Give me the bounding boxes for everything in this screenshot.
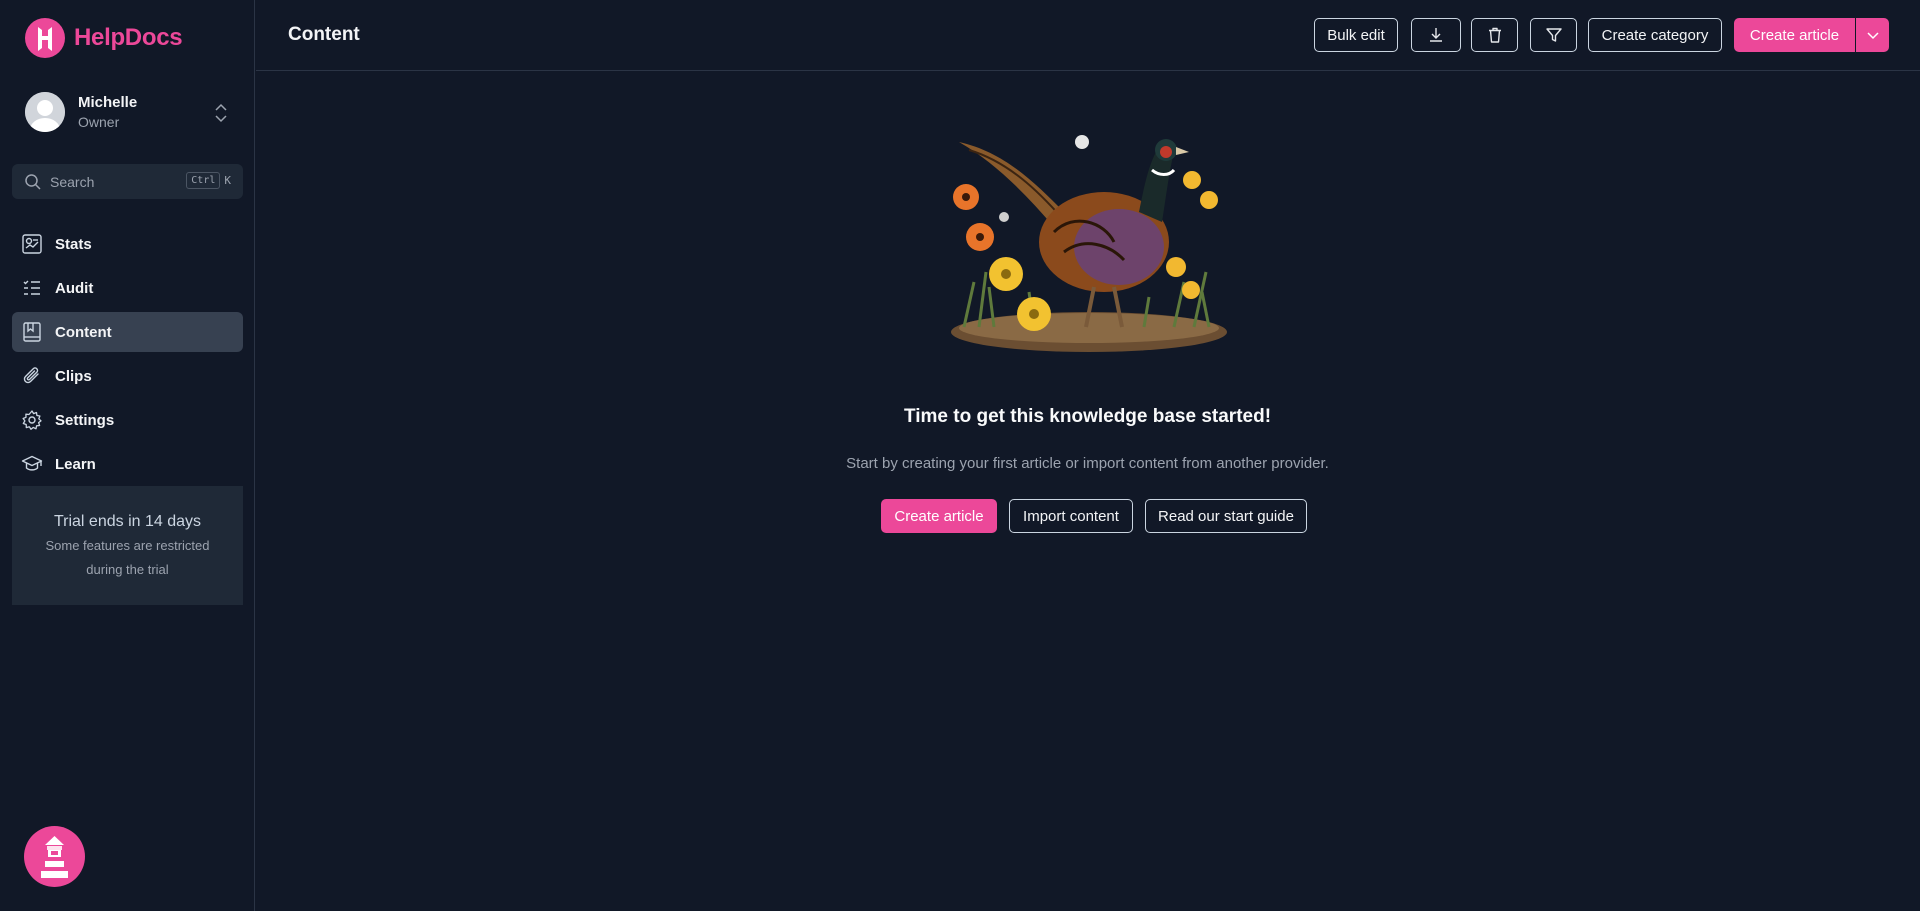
filter-button[interactable] [1530, 18, 1577, 52]
sidebar-item-audit[interactable]: Audit [12, 268, 243, 308]
trial-notice: Trial ends in 14 days Some features are … [12, 486, 243, 605]
paperclip-icon [23, 367, 39, 384]
gear-icon [22, 410, 42, 430]
sidebar-item-content[interactable]: Content [12, 312, 243, 352]
sidebar-item-settings[interactable]: Settings [12, 400, 243, 440]
brand[interactable]: HelpDocs [25, 18, 183, 58]
trash-icon [1488, 27, 1501, 43]
read-start-guide-button[interactable]: Read our start guide [1145, 499, 1307, 533]
trash-button[interactable] [1471, 18, 1518, 52]
helpdocs-logo-icon [25, 18, 65, 58]
empty-state-title: Time to get this knowledge base started! [903, 406, 1272, 427]
sidebar-item-clips[interactable]: Clips [12, 356, 243, 396]
pheasant-illustration [944, 132, 1234, 357]
brand-name: HelpDocs [74, 24, 183, 51]
page-title: Content [288, 24, 360, 45]
bulk-edit-button[interactable]: Bulk edit [1314, 18, 1398, 52]
sidebar: HelpDocs Michelle Owner Search Ctrl K St… [0, 0, 255, 911]
trial-subtitle: Some features are restricted during the … [45, 538, 210, 577]
sidebar-item-label: Clips [55, 367, 92, 385]
import-content-button[interactable]: Import content [1009, 499, 1133, 533]
audit-list-icon [23, 280, 40, 295]
shortcut-ctrl: Ctrl [186, 172, 221, 189]
create-article-button[interactable]: Create article [1734, 18, 1855, 52]
book-icon [23, 322, 41, 342]
shortcut-k: K [224, 174, 231, 187]
empty-create-article-button[interactable]: Create article [881, 499, 997, 533]
search-input[interactable]: Search Ctrl K [12, 164, 243, 199]
chevron-up-down-icon[interactable] [212, 101, 230, 125]
sidebar-item-label: Content [55, 323, 112, 341]
help-beacon-button[interactable] [24, 826, 85, 887]
graduation-cap-icon [21, 455, 43, 471]
chevron-down-icon [1866, 32, 1879, 40]
search-shortcut: Ctrl K [186, 172, 231, 189]
user-role: Owner [78, 113, 120, 130]
page-header: Content Bulk edit Create category Create… [256, 0, 1920, 71]
trial-title: Trial ends in 14 days [53, 513, 202, 530]
sidebar-item-label: Stats [55, 235, 92, 253]
sidebar-item-label: Learn [55, 455, 96, 473]
sidebar-nav: Stats Audit Content Clips Settings Learn [12, 224, 243, 488]
user-switcher[interactable]: Michelle Owner [25, 91, 230, 133]
sidebar-item-stats[interactable]: Stats [12, 224, 243, 264]
filter-icon [1545, 28, 1562, 42]
sidebar-item-learn[interactable]: Learn [12, 444, 243, 484]
create-article-menu-button[interactable] [1856, 18, 1889, 52]
stats-icon [22, 234, 42, 254]
sidebar-item-label: Audit [55, 279, 94, 297]
search-icon [25, 173, 41, 190]
avatar [25, 92, 65, 132]
sidebar-item-label: Settings [55, 411, 115, 429]
download-icon [1430, 28, 1442, 42]
search-placeholder: Search [50, 173, 95, 190]
export-button[interactable] [1411, 18, 1461, 52]
user-name: Michelle [78, 93, 138, 111]
lighthouse-icon [41, 836, 68, 878]
empty-state-subtitle: Start by creating your first article or … [846, 455, 1329, 472]
create-category-button[interactable]: Create category [1588, 18, 1722, 52]
